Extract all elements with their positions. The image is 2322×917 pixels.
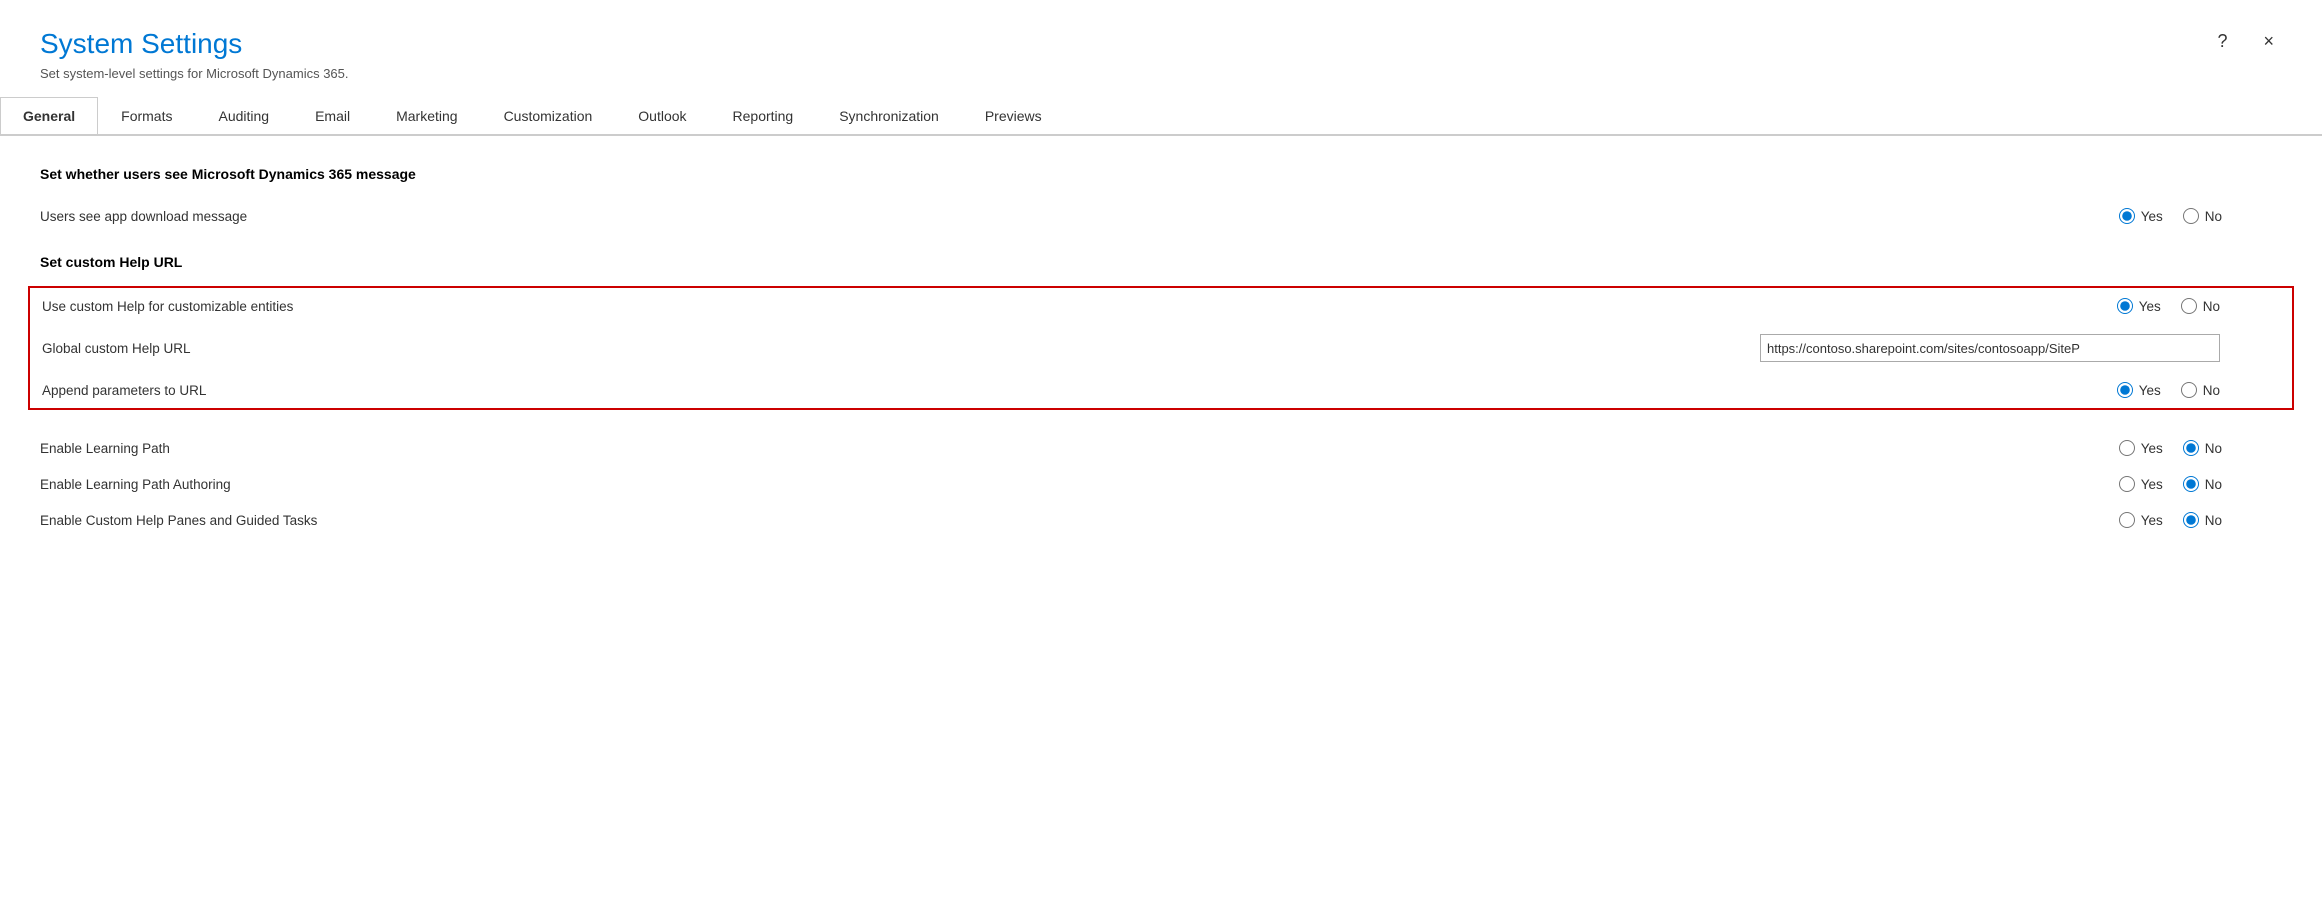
tabs-container: GeneralFormatsAuditingEmailMarketingCust… — [0, 97, 2322, 136]
row-global-custom-help-url: Global custom Help URL — [42, 324, 2280, 372]
dialog-controls: ? × — [2209, 28, 2282, 54]
yes-label-3: Yes — [2139, 383, 2161, 398]
row-enable-custom-help-panes: Enable Custom Help Panes and Guided Task… — [40, 502, 2282, 538]
enable-custom-help-panes-control: Yes No — [2002, 512, 2282, 528]
enable-learning-path-authoring-control: Yes No — [2002, 476, 2282, 492]
global-custom-help-url-input[interactable] — [1760, 334, 2220, 362]
enable-chp-yes-option[interactable]: Yes — [2119, 512, 2163, 528]
tab-auditing[interactable]: Auditing — [195, 97, 292, 136]
no-label-4: No — [2205, 441, 2222, 456]
yes-label-5: Yes — [2141, 477, 2163, 492]
custom-help-url-heading: Set custom Help URL — [40, 254, 2282, 270]
row-users-see-app-download: Users see app download message Yes No — [40, 198, 2282, 234]
no-label-1: No — [2205, 209, 2222, 224]
dialog-container: System Settings Set system-level setting… — [0, 0, 2322, 917]
close-button[interactable]: × — [2255, 28, 2282, 54]
dialog-title: System Settings — [40, 28, 2282, 60]
append-parameters-no-radio[interactable] — [2181, 382, 2197, 398]
yes-label-1: Yes — [2141, 209, 2163, 224]
yes-label-2: Yes — [2139, 299, 2161, 314]
use-custom-help-no-radio[interactable] — [2181, 298, 2197, 314]
enable-lpa-yes-option[interactable]: Yes — [2119, 476, 2163, 492]
no-label-2: No — [2203, 299, 2220, 314]
yes-label-4: Yes — [2141, 441, 2163, 456]
dialog-subtitle: Set system-level settings for Microsoft … — [40, 66, 2282, 81]
enable-chp-no-option[interactable]: No — [2183, 512, 2222, 528]
no-label-5: No — [2205, 477, 2222, 492]
append-parameters-control: Yes No — [2000, 382, 2280, 398]
users-see-app-label: Users see app download message — [40, 209, 2002, 224]
enable-learning-path-yes-radio[interactable] — [2119, 440, 2135, 456]
users-see-app-yes-option[interactable]: Yes — [2119, 208, 2163, 224]
users-see-app-control: Yes No — [2002, 208, 2282, 224]
append-parameters-no-option[interactable]: No — [2181, 382, 2220, 398]
dynamics-message-section: Set whether users see Microsoft Dynamics… — [40, 166, 2282, 234]
row-use-custom-help: Use custom Help for customizable entitie… — [42, 288, 2280, 324]
use-custom-help-control: Yes No — [2000, 298, 2280, 314]
tab-synchronization[interactable]: Synchronization — [816, 97, 962, 136]
use-custom-help-yes-option[interactable]: Yes — [2117, 298, 2161, 314]
no-label-6: No — [2205, 513, 2222, 528]
tab-formats[interactable]: Formats — [98, 97, 195, 136]
learning-section: Enable Learning Path Yes No Enable Learn… — [40, 430, 2282, 538]
append-parameters-yes-option[interactable]: Yes — [2117, 382, 2161, 398]
enable-lpa-yes-radio[interactable] — [2119, 476, 2135, 492]
users-see-app-no-option[interactable]: No — [2183, 208, 2222, 224]
append-parameters-yes-radio[interactable] — [2117, 382, 2133, 398]
enable-learning-path-no-radio[interactable] — [2183, 440, 2199, 456]
content-area: Set whether users see Microsoft Dynamics… — [0, 136, 2322, 568]
enable-chp-yes-radio[interactable] — [2119, 512, 2135, 528]
row-enable-learning-path: Enable Learning Path Yes No — [40, 430, 2282, 466]
enable-chp-no-radio[interactable] — [2183, 512, 2199, 528]
dynamics-message-heading: Set whether users see Microsoft Dynamics… — [40, 166, 2282, 182]
users-see-app-yes-radio[interactable] — [2119, 208, 2135, 224]
highlighted-section: Use custom Help for customizable entitie… — [28, 286, 2294, 410]
global-custom-help-url-control — [1760, 334, 2280, 362]
tab-general[interactable]: General — [0, 97, 98, 136]
tab-customization[interactable]: Customization — [481, 97, 616, 136]
users-see-app-no-radio[interactable] — [2183, 208, 2199, 224]
enable-learning-path-no-option[interactable]: No — [2183, 440, 2222, 456]
tab-outlook[interactable]: Outlook — [615, 97, 709, 136]
tab-reporting[interactable]: Reporting — [710, 97, 817, 136]
help-button[interactable]: ? — [2209, 28, 2235, 54]
tab-previews[interactable]: Previews — [962, 97, 1065, 136]
enable-lpa-no-option[interactable]: No — [2183, 476, 2222, 492]
dialog-header: System Settings Set system-level setting… — [0, 0, 2322, 97]
no-label-3: No — [2203, 383, 2220, 398]
global-custom-help-url-label: Global custom Help URL — [42, 341, 1760, 356]
enable-learning-path-yes-option[interactable]: Yes — [2119, 440, 2163, 456]
row-append-parameters: Append parameters to URL Yes No — [42, 372, 2280, 408]
yes-label-6: Yes — [2141, 513, 2163, 528]
custom-help-url-section: Set custom Help URL Use custom Help for … — [40, 254, 2282, 410]
row-enable-learning-path-authoring: Enable Learning Path Authoring Yes No — [40, 466, 2282, 502]
enable-learning-path-authoring-label: Enable Learning Path Authoring — [40, 477, 2002, 492]
append-parameters-label: Append parameters to URL — [42, 383, 2000, 398]
enable-learning-path-label: Enable Learning Path — [40, 441, 2002, 456]
use-custom-help-yes-radio[interactable] — [2117, 298, 2133, 314]
enable-lpa-no-radio[interactable] — [2183, 476, 2199, 492]
tab-email[interactable]: Email — [292, 97, 373, 136]
use-custom-help-no-option[interactable]: No — [2181, 298, 2220, 314]
tab-marketing[interactable]: Marketing — [373, 97, 480, 136]
enable-learning-path-control: Yes No — [2002, 440, 2282, 456]
use-custom-help-label: Use custom Help for customizable entitie… — [42, 299, 2000, 314]
enable-custom-help-panes-label: Enable Custom Help Panes and Guided Task… — [40, 513, 2002, 528]
